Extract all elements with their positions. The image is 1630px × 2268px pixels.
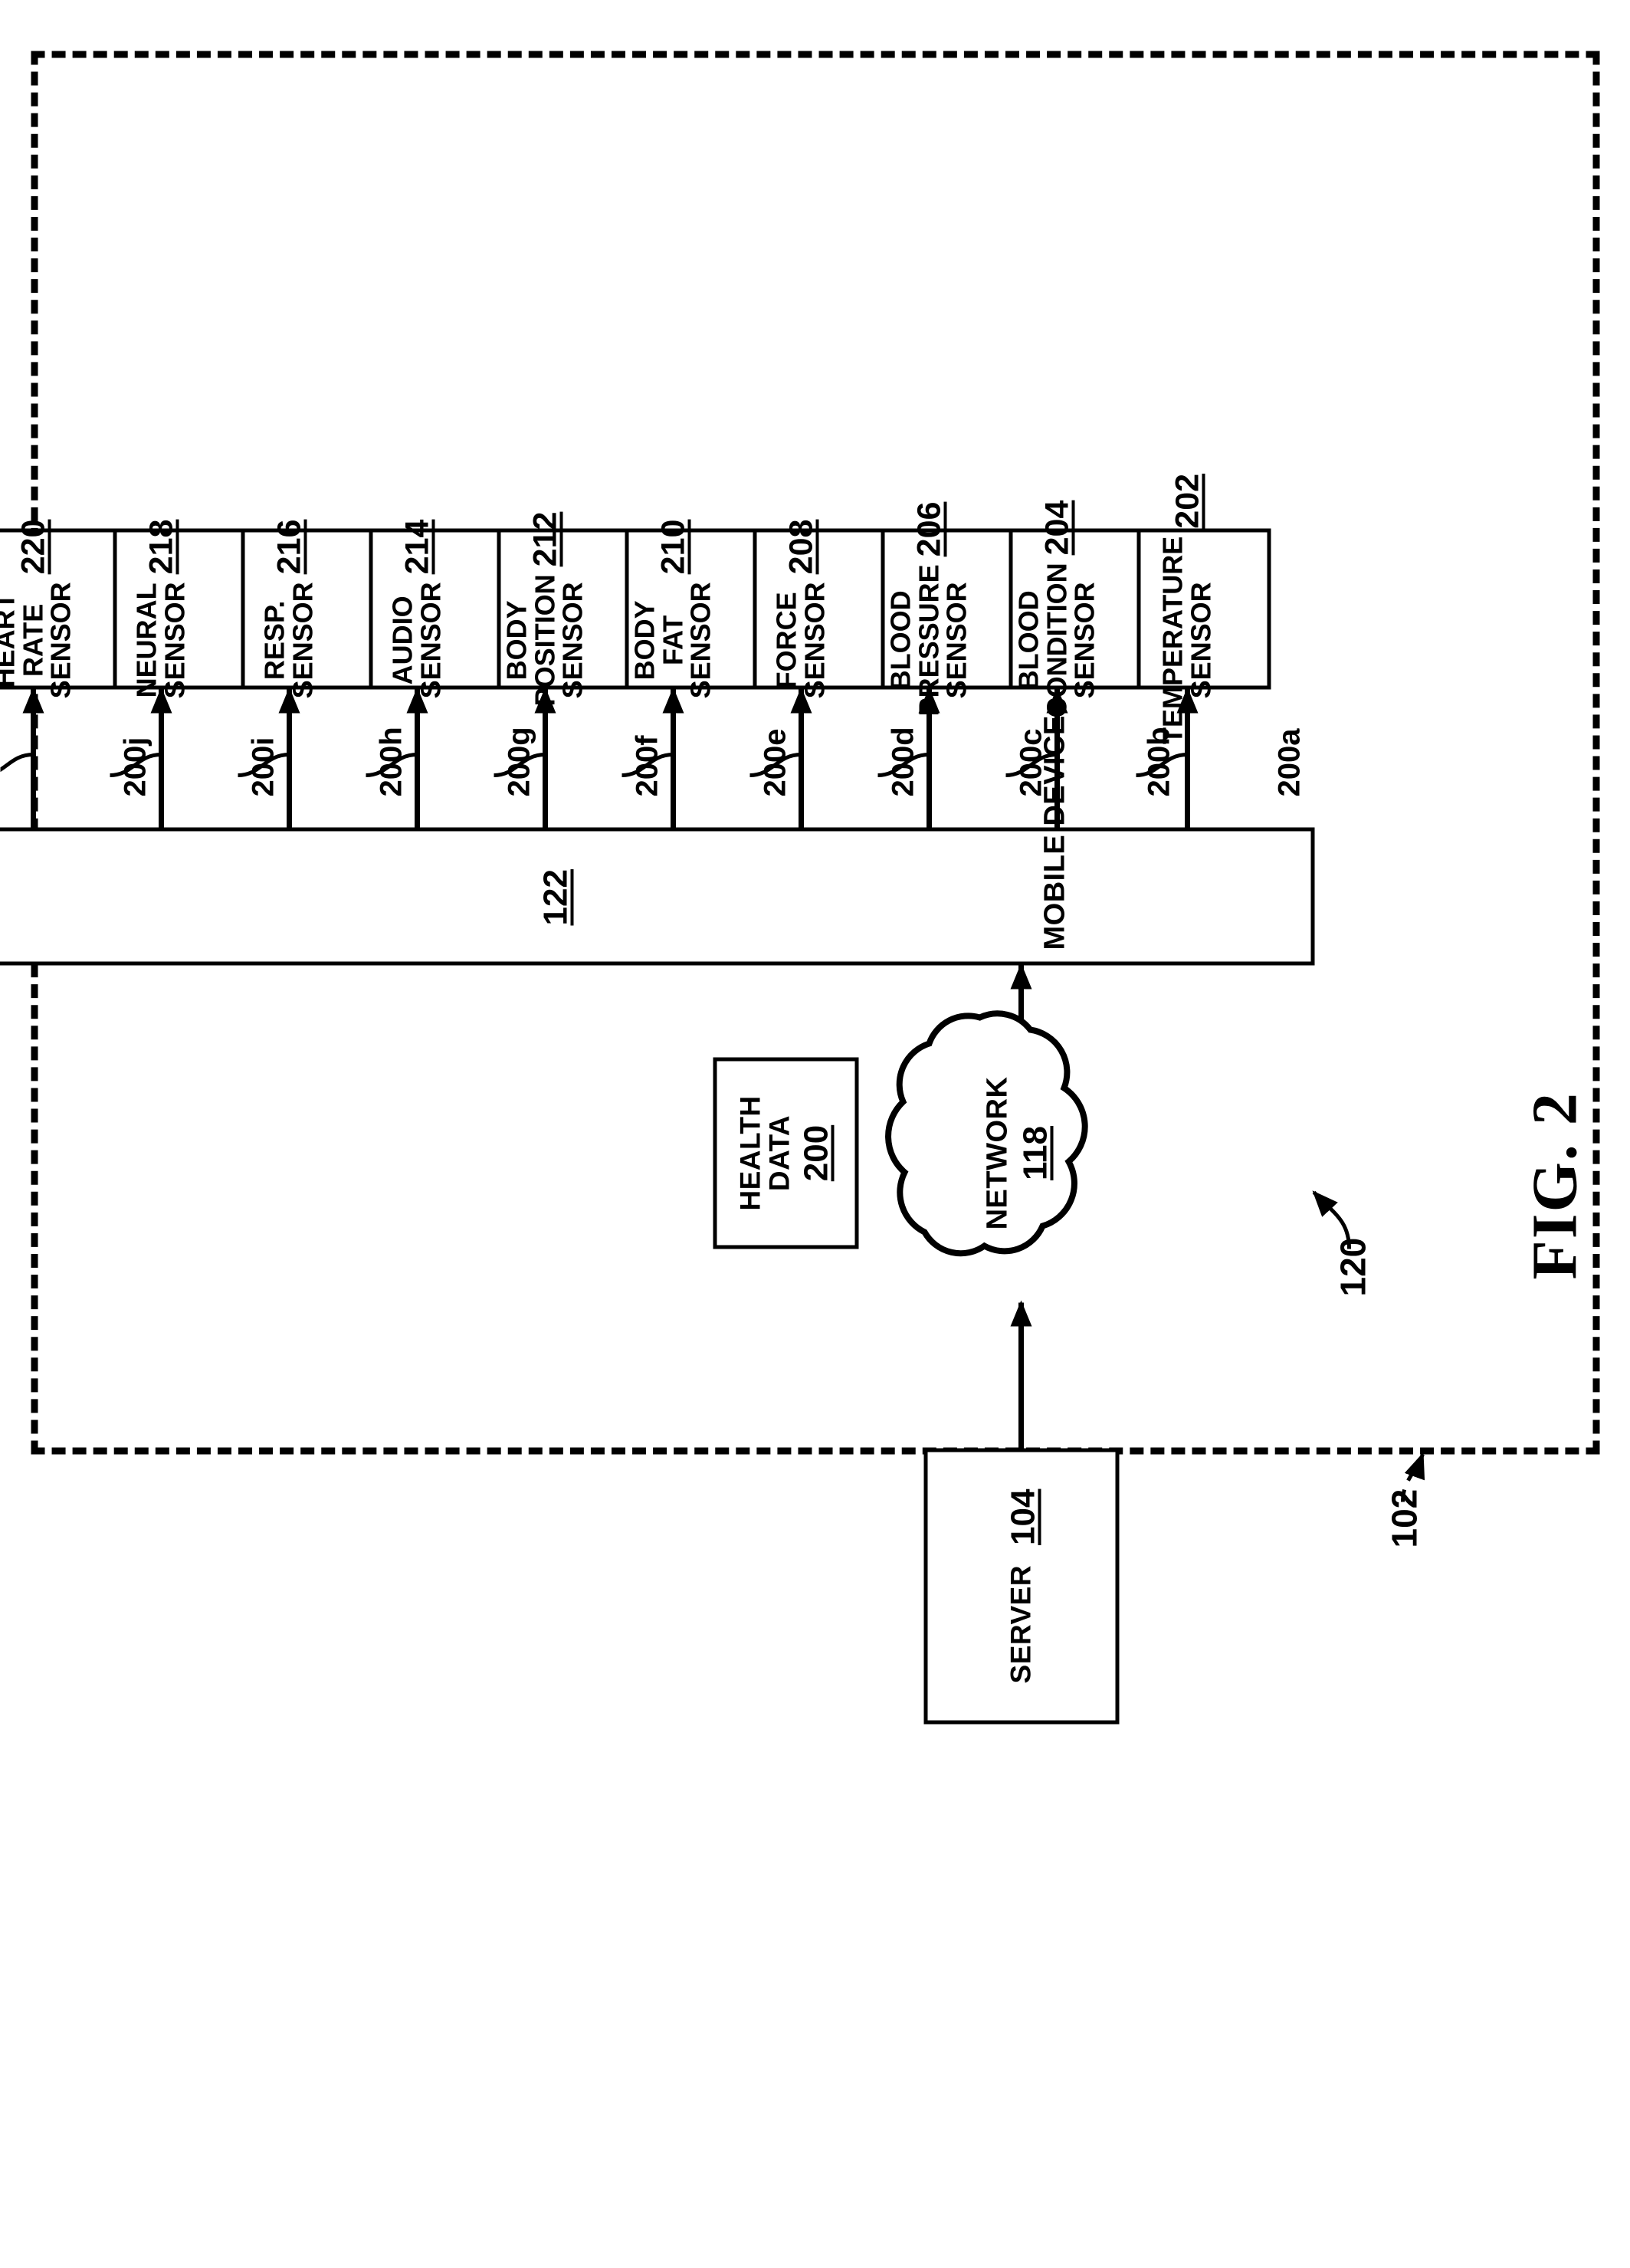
- sensor-ref: 220: [14, 519, 51, 574]
- connector-label-200d: 200d: [886, 726, 920, 796]
- figure-canvas: SERVER 104 NETWORK 118 HEALTH DATA 200 M…: [0, 0, 1630, 2268]
- sensor-label: AUDIO SENSOR: [386, 581, 446, 698]
- sensor-label: TEMPERATURE SENSOR: [1156, 536, 1216, 744]
- sensor-label: HEART RATE SENSOR: [0, 581, 77, 698]
- figure-label: FIG. 2: [1519, 1091, 1590, 1279]
- sensor-label: BLOOD PRESSURE SENSOR: [884, 563, 972, 716]
- sensor-ref: 216: [270, 519, 307, 574]
- sensor-ref: 218: [142, 519, 179, 574]
- connector-label-200j: 200j: [118, 737, 152, 796]
- network-cloud-label: NETWORK 118: [981, 1057, 1054, 1249]
- connector-label-200c: 200c: [1014, 728, 1048, 796]
- health-data-ref: 200: [797, 1124, 835, 1181]
- sensor-label: FORCE SENSOR: [770, 581, 830, 698]
- network-label: NETWORK: [981, 1076, 1013, 1229]
- network-ref: 118: [1015, 1125, 1054, 1180]
- connector-label-200b: 200b: [1142, 726, 1176, 796]
- connector-label-200h: 200h: [374, 726, 408, 796]
- sensor-label: BLOOD CONDITION SENSOR: [1012, 562, 1100, 717]
- sensor-ref: 204: [1038, 500, 1075, 555]
- sensor-ref: 206: [910, 501, 947, 556]
- sensor-ref: 210: [654, 519, 691, 574]
- device-group-ref-120: 120: [1333, 1237, 1373, 1296]
- connector-label-200g: 200g: [502, 726, 536, 796]
- system-ref-102: 102: [1384, 1488, 1424, 1548]
- sensor-ref: 212: [526, 511, 563, 566]
- sensor-ref: 202: [1168, 473, 1205, 529]
- sensor-label: NEURAL SENSOR: [130, 581, 190, 698]
- sensor-label: BODY FAT SENSOR: [628, 581, 717, 698]
- sensor-ref: 208: [782, 519, 819, 574]
- mobile-device-ref: 122: [536, 868, 574, 925]
- connector-label-200f: 200f: [630, 734, 664, 796]
- sensor-label: RESP. SENSOR: [258, 581, 318, 698]
- sensor-label: BODY POSITION SENSOR: [500, 573, 589, 706]
- mobile-device-bar: [0, 827, 1314, 965]
- health-data-box: HEALTH DATA 200: [713, 1057, 858, 1249]
- health-data-label: HEALTH DATA: [733, 1095, 795, 1211]
- sensor-box-heart-rate: 220 HEART RATE SENSOR: [0, 519, 116, 698]
- sensor-ref: 214: [398, 519, 435, 574]
- connector-label-200a: 200a: [1272, 728, 1306, 796]
- connector-label-200i: 200i: [246, 737, 280, 796]
- connector-label-200e: 200e: [758, 728, 792, 796]
- server-box: SERVER 104: [923, 1448, 1119, 1724]
- server-ref: 104: [1003, 1488, 1041, 1545]
- server-label: SERVER: [1005, 1564, 1037, 1683]
